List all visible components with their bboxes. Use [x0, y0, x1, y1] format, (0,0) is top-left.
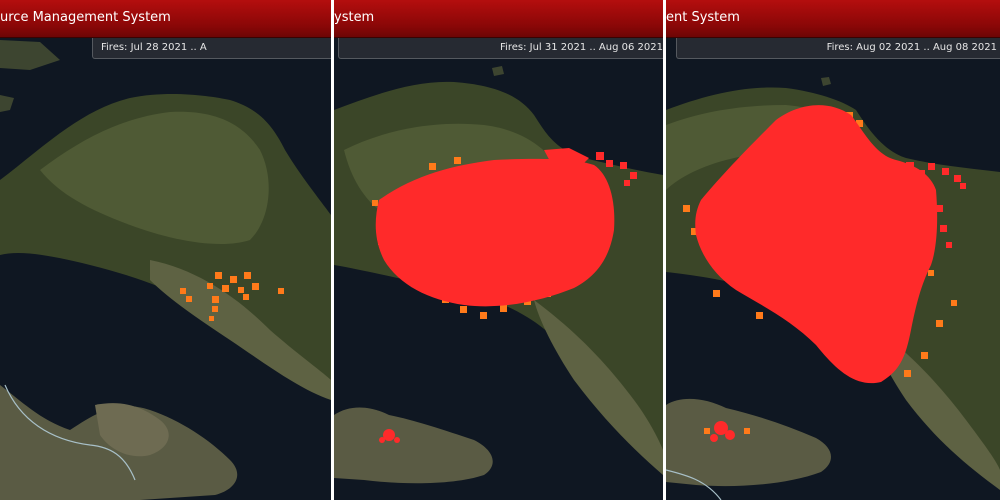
map-panel-2: ystem Fires: Jul 31 2021 .. Aug 06 2021 — [334, 0, 663, 500]
fires-date-range: Fires: Jul 31 2021 .. Aug 06 2021 — [338, 38, 663, 59]
map-view-1[interactable] — [0, 0, 331, 500]
map-panel-1: urce Management System Fires: Jul 28 202… — [0, 0, 331, 500]
fire-map-comparison: urce Management System Fires: Jul 28 202… — [0, 0, 1000, 500]
app-title-bar: ent System — [666, 0, 1000, 38]
fires-date-range: Fires: Aug 02 2021 .. Aug 08 2021 — [676, 38, 1000, 59]
fires-date-range: Fires: Jul 28 2021 .. A — [92, 38, 331, 59]
map-panel-3: ent System Fires: Aug 02 2021 .. Aug 08 … — [666, 0, 1000, 500]
app-title-bar: urce Management System — [0, 0, 331, 38]
app-title: urce Management System — [0, 10, 171, 25]
app-title-bar: ystem — [334, 0, 663, 38]
map-view-3[interactable] — [666, 0, 1000, 500]
app-title: ent System — [666, 10, 740, 25]
app-title: ystem — [334, 10, 375, 25]
map-view-2[interactable] — [334, 0, 663, 500]
